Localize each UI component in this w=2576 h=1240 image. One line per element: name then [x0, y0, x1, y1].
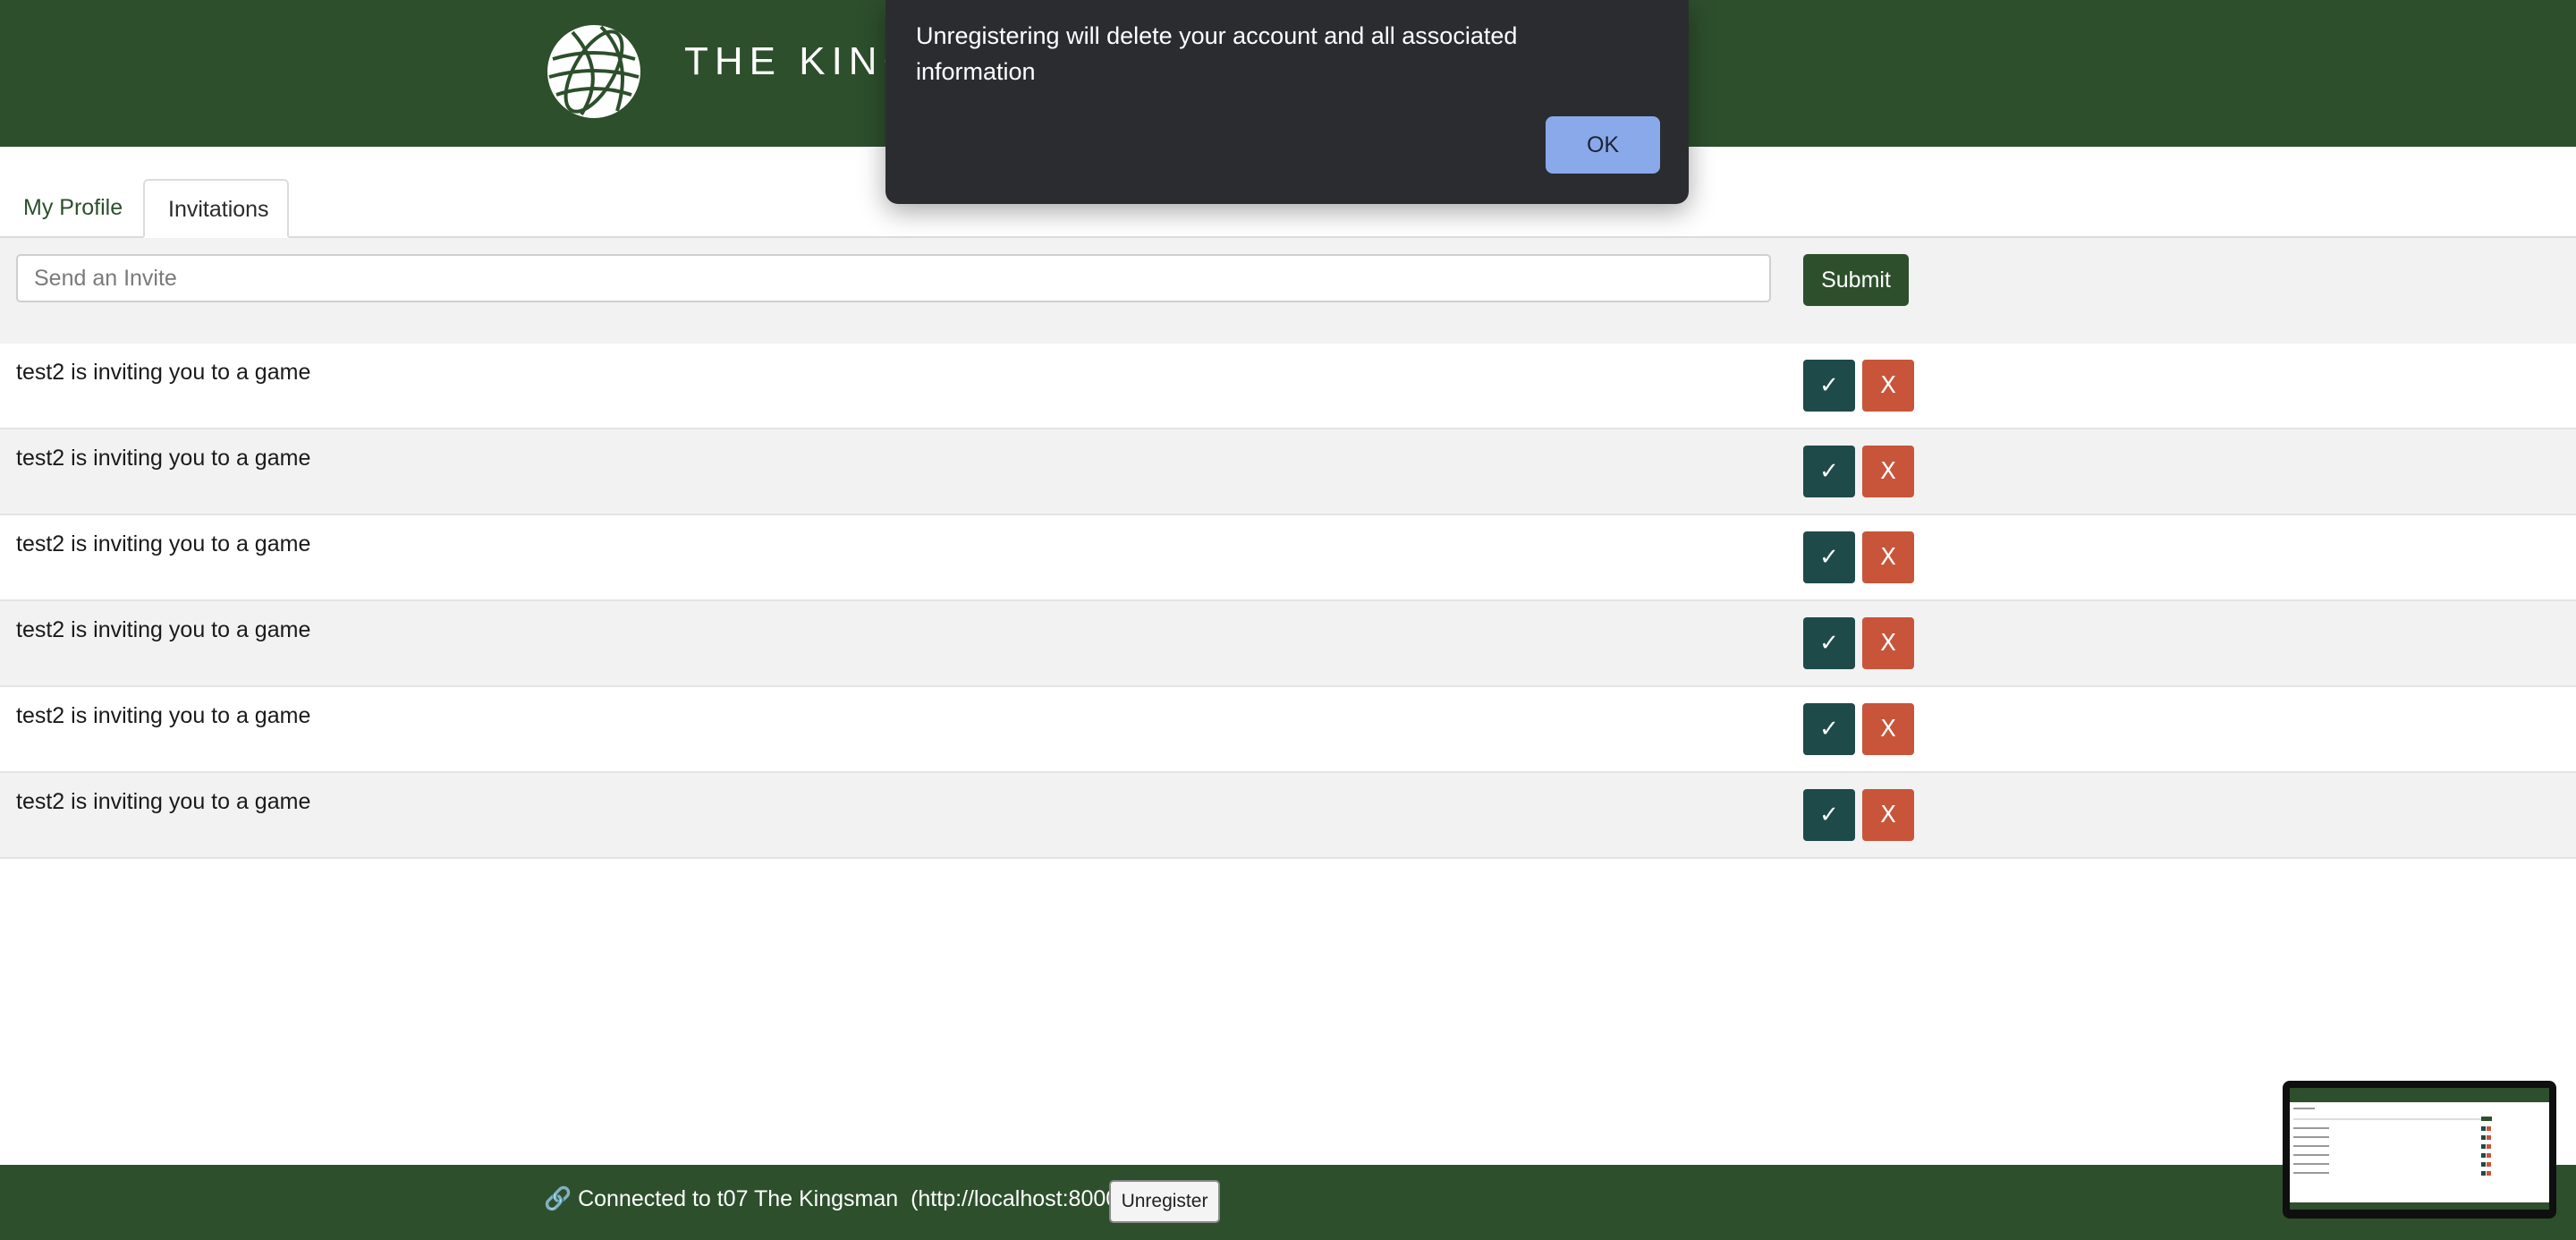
decline-invite-button[interactable]: X: [1862, 360, 1914, 412]
invitation-text: test2 is inviting you to a game: [16, 703, 311, 728]
thumbnail-accept: [2481, 1153, 2486, 1158]
submit-button[interactable]: Submit: [1803, 254, 1909, 306]
confirm-dialog: Unregistering will delete your account a…: [886, 0, 1689, 204]
thumbnail-decline: [2487, 1153, 2491, 1158]
thumbnail-accept: [2481, 1162, 2486, 1167]
decline-invite-button[interactable]: X: [1862, 617, 1914, 669]
invitation-text: test2 is inviting you to a game: [16, 531, 311, 556]
thumbnail-row: [2293, 1172, 2329, 1174]
thumbnail-decline: [2487, 1171, 2491, 1176]
accept-invite-button[interactable]: ✓: [1803, 446, 1855, 497]
invitation-row: test2 is inviting you to a game ✓ X: [0, 687, 2576, 773]
thumbnail-decline: [2487, 1162, 2491, 1167]
thumbnail-decline: [2487, 1135, 2491, 1140]
thumbnail-footer: [2290, 1202, 2549, 1210]
thumbnail-accept: [2481, 1135, 2486, 1140]
thumbnail-submit: [2481, 1117, 2492, 1121]
thumbnail-tabs: [2293, 1108, 2315, 1109]
thumbnail-row: [2293, 1145, 2329, 1147]
invitation-row: test2 is inviting you to a game ✓ X: [0, 773, 2576, 859]
accept-invite-button[interactable]: ✓: [1803, 617, 1855, 669]
invitation-row: test2 is inviting you to a game ✓ X: [0, 601, 2576, 687]
unregister-button[interactable]: Unregister: [1109, 1180, 1220, 1223]
site-footer: 🔗 Connected to t07 The Kingsman (http://…: [0, 1165, 2576, 1240]
invitation-text: test2 is inviting you to a game: [16, 360, 311, 385]
invitation-text: test2 is inviting you to a game: [16, 617, 311, 642]
thumbnail-accept: [2481, 1126, 2486, 1131]
connection-status: 🔗 Connected to t07 The Kingsman (http://…: [544, 1186, 1132, 1211]
tab-invitations[interactable]: Invitations: [143, 179, 289, 238]
thumbnail-accept: [2481, 1144, 2486, 1149]
invitation-text: test2 is inviting you to a game: [16, 446, 311, 471]
accept-invite-button[interactable]: ✓: [1803, 789, 1855, 841]
thumbnail-accept: [2481, 1171, 2486, 1176]
thumbnail-row: [2293, 1127, 2329, 1129]
invitation-row: test2 is inviting you to a game ✓ X: [0, 344, 2576, 429]
thumbnail-screen: [2290, 1088, 2549, 1210]
dialog-message: Unregistering will delete your account a…: [916, 22, 1518, 85]
accept-invite-button[interactable]: ✓: [1803, 531, 1855, 583]
decline-invite-button[interactable]: X: [1862, 531, 1914, 583]
thumbnail-header: [2290, 1088, 2549, 1102]
ok-button[interactable]: OK: [1546, 116, 1660, 174]
send-invite-input[interactable]: [16, 254, 1771, 302]
decline-invite-button[interactable]: X: [1862, 789, 1914, 841]
invitation-row: test2 is inviting you to a game ✓ X: [0, 429, 2576, 515]
thumbnail-row: [2293, 1154, 2329, 1156]
thumbnail-row: [2293, 1163, 2329, 1165]
thumbnail-decline: [2487, 1144, 2491, 1149]
invitation-text: test2 is inviting you to a game: [16, 789, 311, 814]
invite-form: Submit: [0, 238, 2576, 345]
accept-invite-button[interactable]: ✓: [1803, 703, 1855, 755]
thumbnail-decline: [2487, 1126, 2491, 1131]
screen-thumbnail: [2283, 1081, 2556, 1219]
thumbnail-input: [2293, 1118, 2481, 1120]
thumbnail-row: [2293, 1136, 2329, 1138]
invitation-row: test2 is inviting you to a game ✓ X: [0, 515, 2576, 601]
tab-my-profile[interactable]: My Profile: [0, 179, 146, 236]
globe-logo-icon: [547, 25, 640, 118]
accept-invite-button[interactable]: ✓: [1803, 360, 1855, 412]
decline-invite-button[interactable]: X: [1862, 446, 1914, 497]
decline-invite-button[interactable]: X: [1862, 703, 1914, 755]
